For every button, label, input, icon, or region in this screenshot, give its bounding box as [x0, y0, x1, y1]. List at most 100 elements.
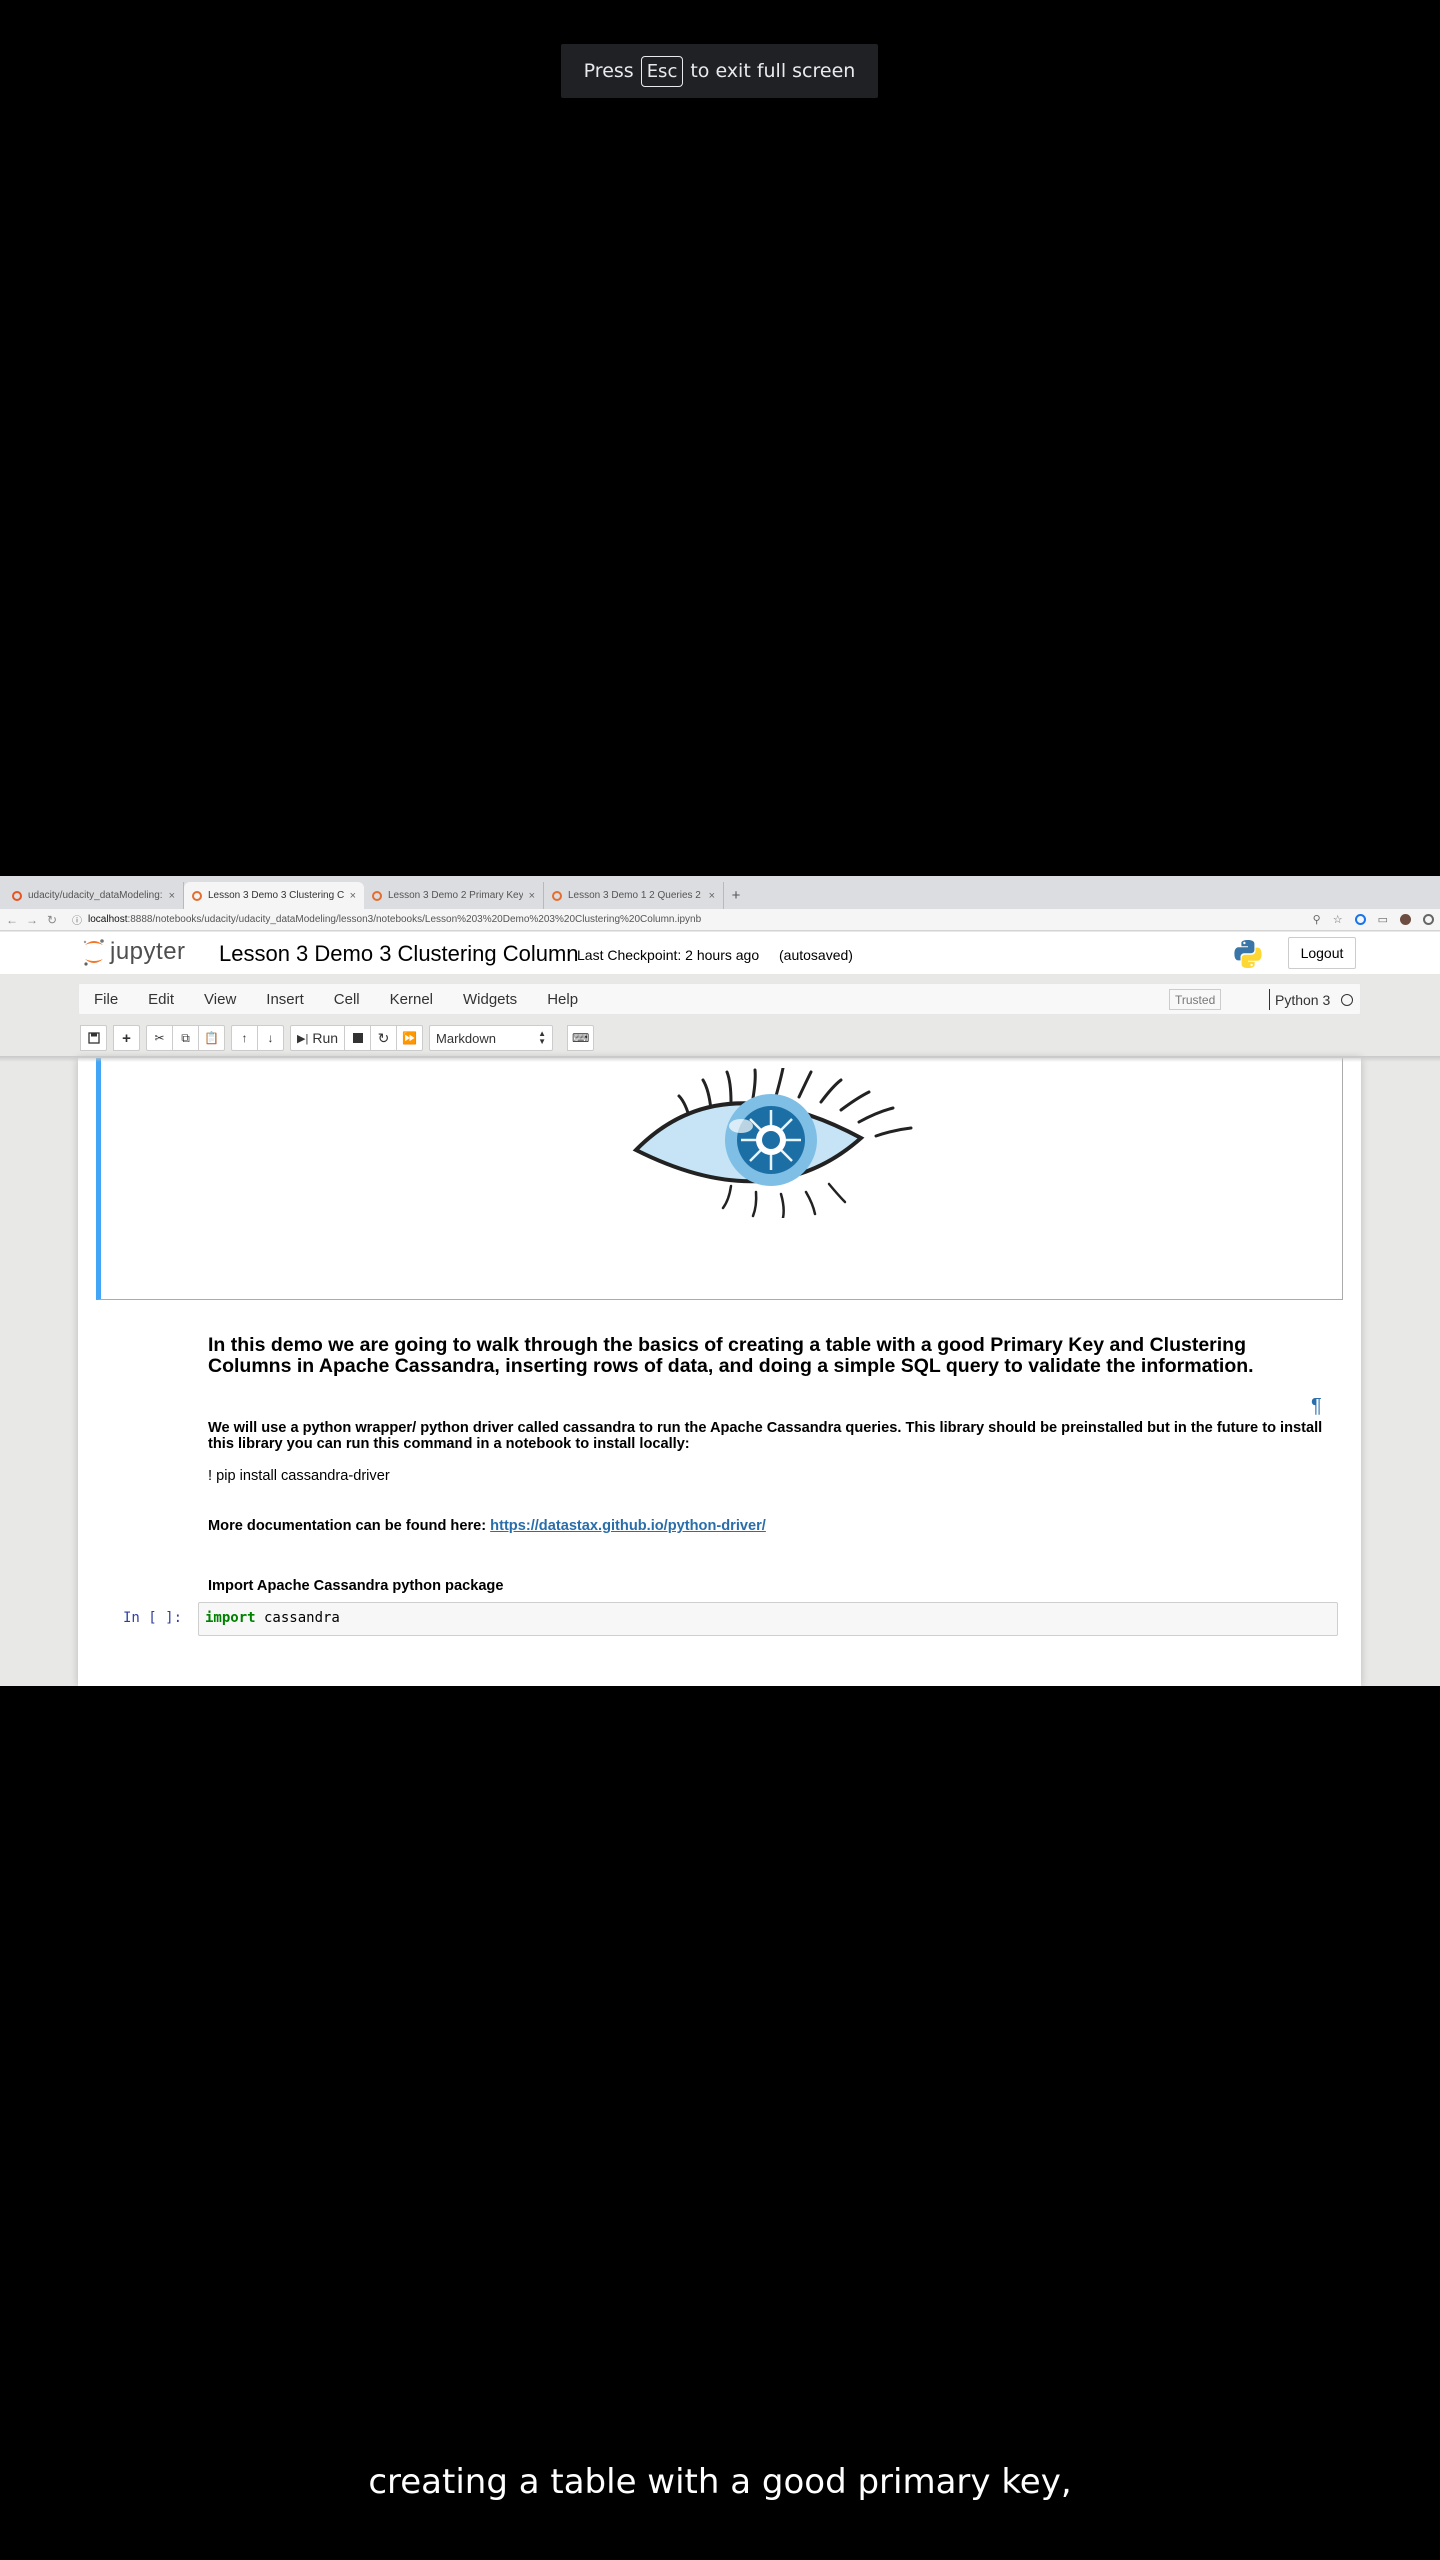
paste-icon: 📋 [204, 1031, 219, 1045]
url-host: localhost [88, 914, 128, 925]
toast-text-before: Press [583, 60, 634, 82]
stop-icon [352, 1033, 363, 1043]
tab-label: udacity/udacity_dataModeling: [28, 890, 163, 901]
zoom-icon[interactable]: ⚲ [1313, 913, 1321, 926]
menu-kernel[interactable]: Kernel [375, 991, 448, 1008]
select-caret-icon: ▲ ▼ [538, 1029, 547, 1046]
arrow-down-icon: ↓ [267, 1031, 274, 1045]
code-input[interactable]: import cassandra [198, 1602, 1338, 1636]
tab-lesson3-demo1[interactable]: Lesson 3 Demo 1 2 Queries 2 T × [544, 882, 724, 909]
menu-insert[interactable]: Insert [251, 991, 319, 1008]
last-checkpoint: Last Checkpoint: 2 hours ago [577, 947, 760, 963]
move-down-button[interactable]: ↓ [257, 1025, 284, 1051]
header-shadow [0, 1056, 1440, 1062]
toast-text-after: to exit full screen [690, 60, 856, 82]
tab-label: Lesson 3 Demo 1 2 Queries 2 T [568, 890, 703, 901]
menu-view[interactable]: View [189, 991, 251, 1008]
menu-help[interactable]: Help [532, 991, 593, 1008]
cassandra-eye-logo-icon [632, 1068, 913, 1218]
fast-forward-icon: ⏩ [402, 1031, 417, 1045]
kernel-idle-indicator-icon [1341, 994, 1353, 1006]
reload-icon[interactable]: ↻ [46, 913, 58, 927]
cast-icon[interactable]: ▭ [1378, 913, 1388, 926]
selected-image-cell[interactable] [96, 1058, 1343, 1300]
restart-run-all-button[interactable]: ⏩ [396, 1025, 424, 1051]
cell-type-value: Markdown [436, 1030, 496, 1046]
bookmark-star-icon[interactable]: ☆ [1333, 913, 1343, 926]
input-prompt: In [ ]: [123, 1610, 183, 1626]
jupyter-logo[interactable]: jupyter [82, 938, 186, 966]
arrow-up-icon: ↑ [241, 1031, 248, 1045]
code-keyword: import [205, 1610, 256, 1626]
tab-udacity-repo[interactable]: udacity/udacity_dataModeling: × [4, 882, 184, 909]
keyboard-icon: ⌨ [572, 1031, 590, 1045]
forward-arrow-icon[interactable]: → [26, 913, 38, 927]
save-button[interactable] [80, 1025, 107, 1051]
extension-icon[interactable] [1354, 914, 1366, 925]
step-forward-icon: ▶| [297, 1032, 309, 1045]
jupyter-wordmark: jupyter [110, 938, 186, 965]
menu-file[interactable]: File [79, 991, 133, 1008]
url-path: :8888/notebooks/udacity/udacity_dataMode… [127, 914, 702, 925]
run-label: Run [312, 1030, 339, 1046]
anchor-link[interactable]: ¶ [1311, 1395, 1322, 1418]
menu-edit[interactable]: Edit [133, 991, 189, 1008]
profile-avatar-icon[interactable] [1400, 914, 1411, 925]
video-subtitle: creating a table with a good primary key… [368, 2462, 1072, 2502]
info-icon[interactable]: ⓘ [72, 912, 82, 927]
cell-type-select[interactable]: Markdown ▲ ▼ [429, 1025, 554, 1051]
fullscreen-toast: Press Esc to exit full screen [561, 44, 878, 98]
tab-close-icon[interactable]: × [709, 890, 715, 902]
tab-label: Lesson 3 Demo 3 Clustering C [208, 890, 344, 901]
notebook-title[interactable]: Lesson 3 Demo 3 Clustering Column [219, 941, 579, 967]
tab-close-icon[interactable]: × [169, 890, 175, 902]
pip-command: ! pip install cassandra-driver [208, 1468, 390, 1484]
code-cell-row: In [ ]: import cassandra [78, 1602, 1361, 1642]
autosave-status: (autosaved) [779, 947, 853, 963]
insert-cell-button[interactable]: + [113, 1025, 140, 1051]
restart-button[interactable]: ↻ [370, 1025, 398, 1051]
menu-widgets[interactable]: Widgets [448, 991, 532, 1008]
back-arrow-icon[interactable]: ← [6, 913, 18, 927]
tab-close-icon[interactable]: × [350, 890, 356, 902]
notebook-container: In this demo we are going to walk throug… [78, 1058, 1361, 1686]
github-favicon-icon [12, 890, 22, 901]
address-bar[interactable]: ⓘ localhost:8888/notebooks/udacity/udaci… [66, 911, 1305, 929]
paste-button[interactable]: 📋 [198, 1025, 225, 1051]
copy-button[interactable]: ⧉ [172, 1025, 199, 1051]
tab-close-icon[interactable]: × [529, 890, 535, 902]
tab-bar: udacity/udacity_dataModeling: × Lesson 3… [0, 876, 1440, 909]
run-button[interactable]: ▶| Run [290, 1025, 346, 1051]
jupyter-favicon-icon [372, 890, 382, 901]
menu-cell[interactable]: Cell [319, 991, 375, 1008]
cut-button[interactable]: ✂ [146, 1025, 173, 1051]
interrupt-button[interactable] [344, 1025, 372, 1051]
python-kernel-logo-icon [1234, 940, 1262, 968]
move-up-button[interactable]: ↑ [231, 1025, 258, 1051]
driver-note: We will use a python wrapper/ python dri… [208, 1420, 1323, 1452]
jupyter-logo-icon [83, 939, 104, 966]
notebook-toolbar: + ✂ ⧉ 📋 ↑ ↓ ▶| Run ↻ ⏩ Markdown ▲ ▼ ⌨ [80, 1025, 595, 1051]
refresh-icon: ↻ [377, 1029, 390, 1046]
jupyter-menubar: File Edit View Insert Cell Kernel Widget… [78, 983, 1361, 1015]
tab-lesson3-demo3[interactable]: Lesson 3 Demo 3 Clustering C × [184, 882, 364, 909]
url-text: localhost:8888/notebooks/udacity/udacity… [88, 914, 701, 925]
tab-lesson3-demo2[interactable]: Lesson 3 Demo 2 Primary Key × [364, 882, 544, 909]
plus-icon: + [122, 1029, 131, 1047]
demo-intro-heading: In this demo we are going to walk throug… [208, 1334, 1254, 1377]
import-heading: Import Apache Cassandra python package [208, 1578, 504, 1594]
menu-icon[interactable] [1423, 914, 1434, 925]
new-tab-button[interactable]: + [724, 882, 748, 909]
browser-toolbar: ← → ↻ ⓘ localhost:8888/notebooks/udacity… [0, 909, 1440, 931]
logout-button[interactable]: Logout [1288, 937, 1356, 969]
jupyter-favicon-icon [552, 890, 562, 901]
copy-icon: ⧉ [181, 1030, 190, 1045]
esc-key-badge: Esc [640, 55, 684, 87]
jupyter-favicon-icon [192, 890, 202, 901]
trusted-badge[interactable]: Trusted [1169, 989, 1222, 1010]
code-module: cassandra [255, 1610, 340, 1626]
tab-label: Lesson 3 Demo 2 Primary Key [388, 890, 523, 901]
scissors-icon: ✂ [154, 1031, 165, 1045]
command-palette-button[interactable]: ⌨ [567, 1025, 595, 1051]
jupyter-header: jupyter Lesson 3 Demo 3 Clustering Colum… [0, 932, 1440, 974]
